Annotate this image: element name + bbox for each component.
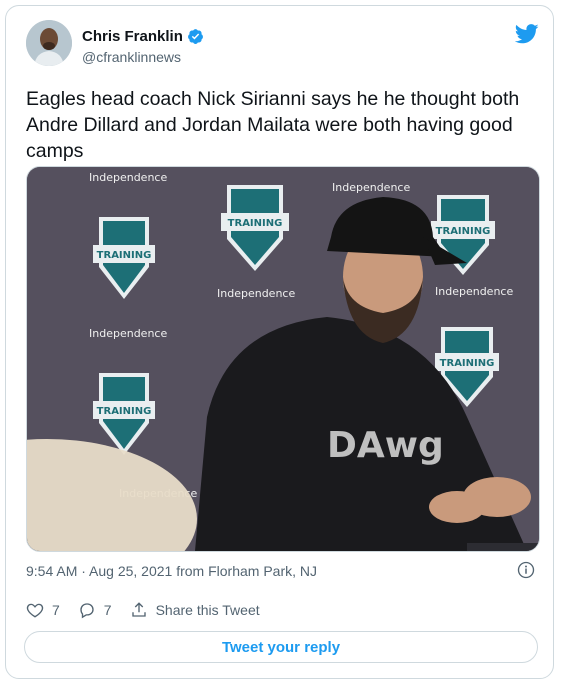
backdrop-sponsor-text: Independence: [217, 287, 295, 300]
press-conference-photo: TRAINING TRAINING TRAINING TRAINING TRAI…: [27, 167, 539, 551]
share-button[interactable]: Share this Tweet: [130, 601, 260, 619]
backdrop-sponsor-text: Independence: [89, 171, 167, 184]
verified-badge-icon: [187, 29, 203, 44]
svg-text:TRAINING: TRAINING: [436, 226, 491, 237]
author-name-row[interactable]: Chris Franklin: [82, 28, 204, 45]
author-handle[interactable]: @cfranklinnews: [82, 49, 181, 65]
tweet-your-reply-button[interactable]: Tweet your reply: [24, 631, 538, 663]
reply-action-button[interactable]: 7: [78, 601, 112, 619]
svg-text:TRAINING: TRAINING: [440, 358, 495, 369]
backdrop-sponsor-text: Independence: [332, 181, 410, 194]
svg-text:TRAINING: TRAINING: [97, 250, 152, 261]
share-icon: [131, 602, 146, 617]
reply-count: 7: [103, 602, 112, 618]
svg-text:TRAINING: TRAINING: [97, 406, 152, 417]
tweet-photo[interactable]: TRAINING TRAINING TRAINING TRAINING TRAI…: [26, 166, 540, 552]
like-count: 7: [52, 602, 60, 618]
tweet-timestamp[interactable]: 9:54 AM · Aug 25, 2021 from Florham Park…: [26, 563, 317, 579]
reply-bubble-icon: [80, 603, 94, 619]
heart-icon: [26, 603, 44, 618]
tweet-card: Chris Franklin @cfranklinnews Eagles hea…: [5, 5, 554, 679]
twitter-bird-icon[interactable]: [515, 24, 539, 44]
tweet-text: Eagles head coach Nick Sirianni says he …: [26, 88, 520, 162]
tweet-actions: 7 7 Share this Tweet: [26, 601, 278, 619]
backdrop-sponsor-text: Independence: [89, 327, 167, 340]
info-icon[interactable]: [517, 561, 535, 579]
backdrop-sponsor-text: Independence: [435, 285, 513, 298]
share-label: Share this Tweet: [155, 602, 260, 618]
author-display-name[interactable]: Chris Franklin: [82, 28, 183, 45]
svg-text:TRAINING: TRAINING: [228, 218, 283, 229]
avatar[interactable]: [26, 20, 72, 66]
svg-text:DAwg: DAwg: [327, 425, 444, 466]
like-button[interactable]: 7: [26, 601, 60, 619]
